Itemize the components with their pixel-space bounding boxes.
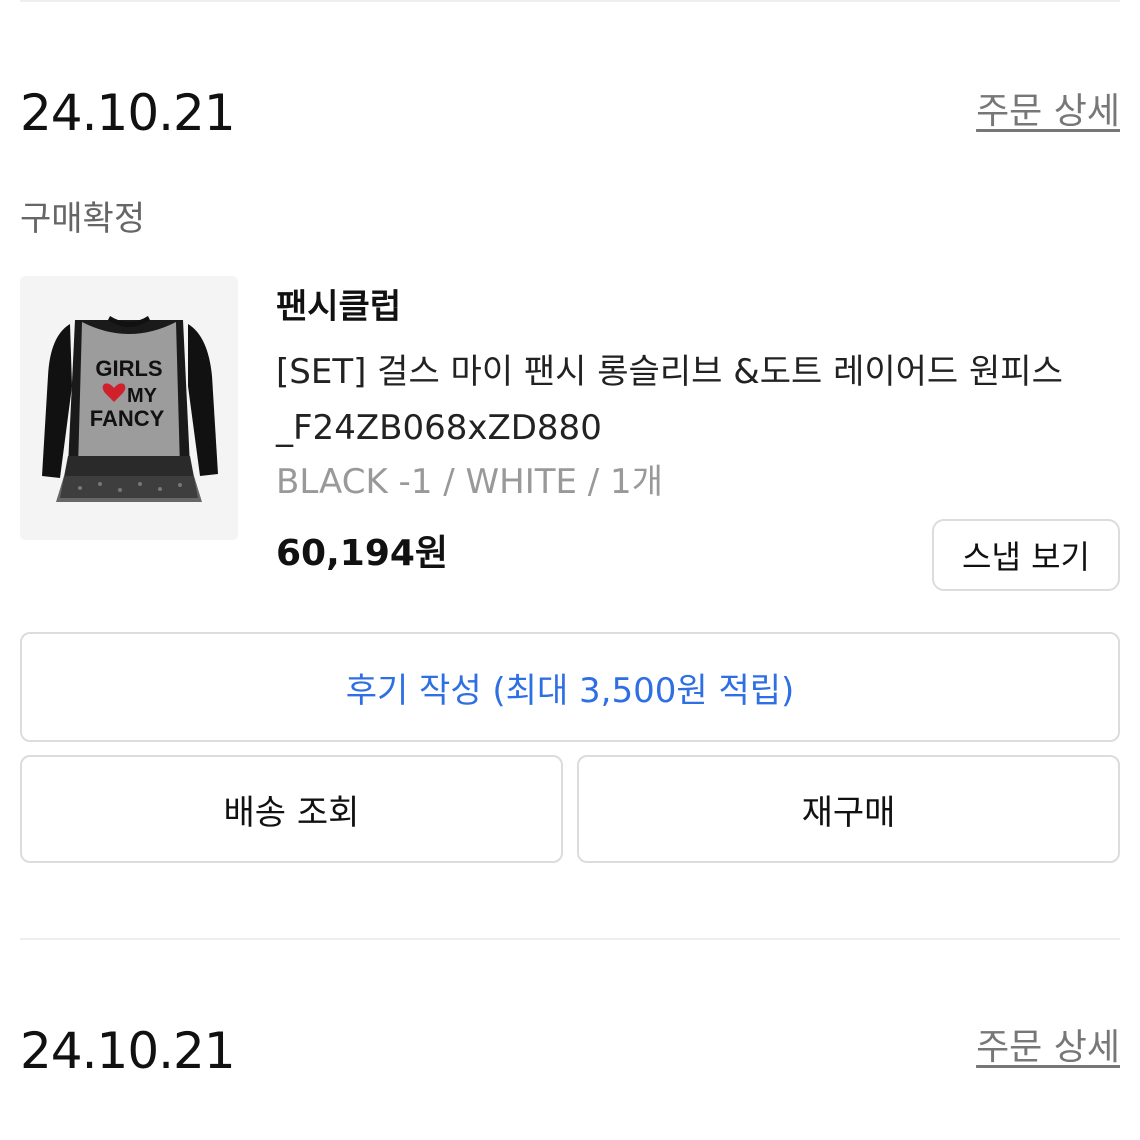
view-snap-button[interactable]: 스냅 보기: [932, 519, 1120, 591]
product-thumbnail[interactable]: GIRLS MY FANCY: [20, 276, 238, 540]
order-date: 24.10.21: [20, 84, 236, 142]
order-detail-link[interactable]: 주문 상세: [976, 1030, 1120, 1066]
product-option: BLACK -1 / WHITE / 1개: [276, 462, 663, 502]
image-text-girls: GIRLS: [95, 356, 162, 381]
product-image: GIRLS MY FANCY: [20, 276, 238, 540]
top-divider: [20, 0, 1120, 2]
track-shipping-button[interactable]: 배송 조회: [20, 755, 563, 863]
order-history-page: 24.10.21 주문 상세 구매확정 GIRLS MY FANCY 팬시클럽 …: [0, 0, 1140, 1140]
write-review-button[interactable]: 후기 작성 (최대 3,500원 적립): [20, 632, 1120, 742]
order-status: 구매확정: [20, 199, 146, 239]
product-price: 60,194원: [276, 533, 449, 574]
product-brand[interactable]: 팬시클럽: [276, 287, 401, 328]
image-text-fancy: FANCY: [90, 406, 165, 431]
order-date: 24.10.21: [20, 1022, 236, 1080]
order-detail-link[interactable]: 주문 상세: [976, 94, 1120, 130]
rebuy-button[interactable]: 재구매: [577, 755, 1120, 863]
image-text-my: MY: [127, 385, 158, 407]
product-name[interactable]: [SET] 걸스 마이 팬시 롱슬리브 &도트 레이어드 원피스_F24ZB06…: [276, 344, 1126, 456]
order-divider: [20, 938, 1120, 940]
